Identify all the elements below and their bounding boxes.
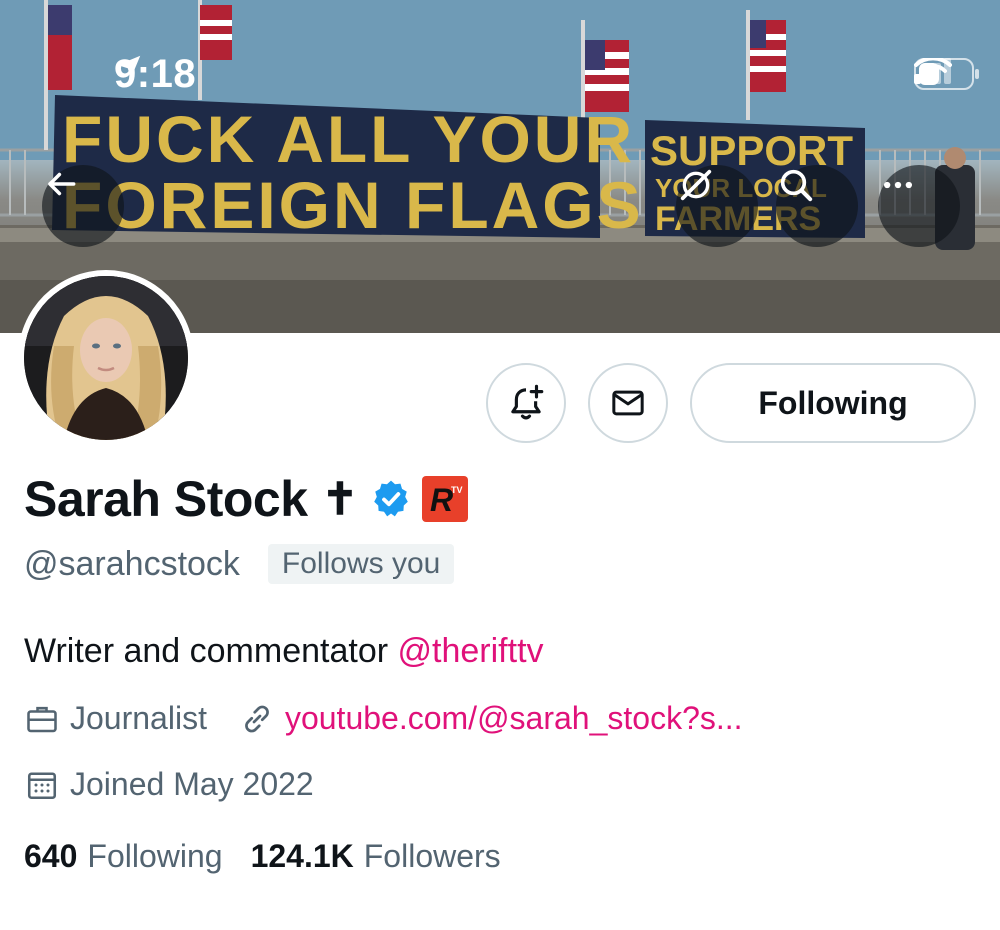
banner-text-left-line1: FUCK ALL YOUR (62, 102, 635, 176)
more-icon (884, 181, 912, 189)
location-arrow-icon (117, 55, 141, 79)
envelope-icon (612, 390, 644, 416)
profession-label: Journalist (70, 700, 207, 736)
follow-counts: 640 Following 124.1K Followers (24, 838, 529, 875)
battery-icon (914, 58, 979, 90)
status-time: 9:18 (114, 52, 197, 96)
rift-logo-icon: R TV (430, 482, 463, 517)
profile-bio: Writer and commentator @therifttv (24, 632, 544, 671)
grok-icon (680, 169, 712, 201)
bio-text: Writer and commentator (24, 632, 398, 670)
verified-badge-icon[interactable] (370, 478, 412, 520)
following-count-link[interactable]: 640 Following (24, 838, 223, 875)
joined-date: Joined May 2022 (70, 766, 314, 802)
website-link[interactable]: youtube.com/@sarah_stock?s... (285, 700, 743, 737)
follows-you-badge: Follows you (267, 544, 455, 584)
notifications-button[interactable] (486, 363, 566, 443)
avatar-image (24, 276, 188, 440)
bell-plus-icon (511, 384, 544, 420)
cross-symbol: ✝ (321, 473, 359, 525)
following-button[interactable]: Following (690, 363, 976, 443)
profile-avatar[interactable] (18, 270, 194, 446)
svg-text:R: R (430, 482, 453, 517)
link-icon (239, 701, 275, 737)
back-button[interactable] (42, 165, 124, 247)
following-count-label: Following (87, 838, 223, 874)
svg-text:TV: TV (451, 485, 463, 495)
following-count: 640 (24, 838, 78, 874)
user-handle: @sarahcstock (24, 544, 240, 583)
display-name: Sarah Stock (24, 471, 308, 527)
profile-meta-row: Journalist youtube.com/@sarah_stock?s... (24, 700, 743, 737)
grok-button[interactable] (676, 165, 758, 247)
bio-mention-link[interactable]: @therifttv (398, 632, 544, 670)
followers-count-link[interactable]: 124.1K Followers (251, 838, 501, 875)
briefcase-icon (24, 701, 60, 737)
search-icon (780, 169, 813, 202)
name-row: Sarah Stock ✝ R TV (24, 470, 469, 528)
handle-row: @sarahcstock Follows you (24, 544, 455, 584)
banner-text-left-line2: FOREIGN FLAGS (62, 168, 644, 242)
followers-count: 124.1K (250, 838, 354, 874)
calendar-icon (24, 767, 60, 803)
more-button[interactable] (878, 165, 960, 247)
message-button[interactable] (588, 363, 668, 443)
joined-row: Joined May 2022 (24, 766, 314, 803)
back-arrow-icon (48, 172, 76, 196)
affiliate-badge[interactable]: R TV (422, 476, 469, 522)
search-button[interactable] (776, 165, 858, 247)
followers-count-label: Followers (363, 838, 501, 874)
